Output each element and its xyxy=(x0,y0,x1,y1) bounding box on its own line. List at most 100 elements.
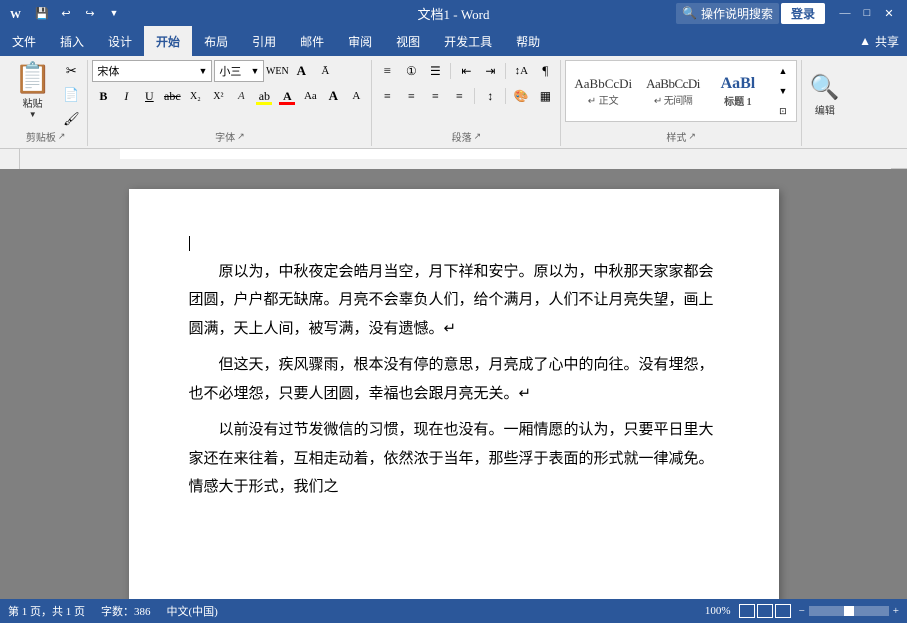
align-left-button[interactable]: ≡ xyxy=(376,85,398,107)
zoom-out-button[interactable]: − xyxy=(799,605,805,617)
search-icon: 🔍 xyxy=(682,6,697,21)
borders-button[interactable]: ▦ xyxy=(534,85,556,107)
clipboard-expand-icon[interactable]: ↗ xyxy=(58,131,66,142)
align-center-button[interactable]: ≡ xyxy=(400,85,422,107)
bold-button[interactable]: B xyxy=(92,85,114,107)
editing-group: 🔍 编辑 xyxy=(802,60,848,146)
maximize-button[interactable]: □ xyxy=(857,3,877,23)
tab-layout[interactable]: 布局 xyxy=(192,26,240,56)
language: 中文(中国) xyxy=(167,603,218,619)
style-no-spacing-label: ↵ 无间隔 xyxy=(646,92,700,107)
tab-design[interactable]: 设计 xyxy=(96,26,144,56)
ruler-corner xyxy=(0,149,20,169)
decrease-indent-button[interactable]: ⇤ xyxy=(455,60,477,82)
tab-mailings[interactable]: 邮件 xyxy=(288,26,336,56)
tab-insert[interactable]: 插入 xyxy=(48,26,96,56)
editing-label: 编辑 xyxy=(815,102,835,117)
format-painter-button[interactable]: 🖌 xyxy=(59,108,83,130)
styles-gallery-expand[interactable]: ⊡ xyxy=(772,101,794,121)
clipboard-group: 📋 粘贴 ▼ ✂ 📄 🖌 剪贴板 ↗ xyxy=(4,60,88,146)
close-button[interactable]: ✕ xyxy=(879,3,899,23)
paragraph-expand-icon[interactable]: ↗ xyxy=(474,131,482,142)
share-icon: ▲ xyxy=(859,34,871,49)
style-normal[interactable]: AaBbCcDi ↵ 正文 xyxy=(568,72,638,111)
tab-file[interactable]: 文件 xyxy=(0,26,48,56)
styles-scroll-up[interactable]: ▲ xyxy=(772,61,794,81)
share-button[interactable]: ▲ 共享 xyxy=(851,26,907,56)
tab-developer[interactable]: 开发工具 xyxy=(432,26,504,56)
line-spacing-button[interactable]: ↕ xyxy=(479,85,501,107)
highlight-button[interactable]: ab xyxy=(253,85,275,107)
find-replace-button[interactable]: 🔍 编辑 xyxy=(810,73,840,117)
clear-format-button[interactable]: Ā xyxy=(314,60,336,82)
style-h1-label: 标题 1 xyxy=(714,93,762,108)
strikethrough-button[interactable]: abc xyxy=(161,85,183,107)
web-layout-button[interactable] xyxy=(775,604,791,618)
justify-button[interactable]: ≡ xyxy=(448,85,470,107)
paragraph-2[interactable]: 但这天，疾风骤雨，根本没有停的意思，月亮成了心中的向往。没有埋怨，也不必埋怨，只… xyxy=(189,351,719,408)
share-label: 共享 xyxy=(875,33,899,50)
ribbon-tabs: 文件 插入 设计 开始 布局 引用 邮件 审阅 视图 开发工具 帮助 ▲ 共享 xyxy=(0,26,907,56)
font-name-select[interactable]: 宋体 ▼ xyxy=(92,60,212,82)
read-layout-button[interactable] xyxy=(757,604,773,618)
zoom-level: 100% xyxy=(705,605,731,617)
word-count: 字数：386 xyxy=(101,603,151,619)
font-color-button[interactable]: A xyxy=(276,85,298,107)
font-size-extra-btn[interactable]: WEN xyxy=(266,60,288,82)
minimize-button[interactable]: — xyxy=(835,3,855,23)
bullet-list-button[interactable]: ≡ xyxy=(376,60,398,82)
italic-button[interactable]: I xyxy=(115,85,137,107)
para-row-1: ≡ ① ☰ ⇤ ⇥ ↕A ¶ xyxy=(376,60,556,82)
font-size-select[interactable]: 小三 ▼ xyxy=(214,60,264,82)
tab-home[interactable]: 开始 xyxy=(144,26,192,56)
redo-button[interactable]: ↪ xyxy=(80,3,100,23)
number-list-button[interactable]: ① xyxy=(400,60,422,82)
operations-search-label: 操作说明搜索 xyxy=(701,5,773,22)
document-page[interactable]: 原以为，中秋夜定会皓月当空，月下祥和安宁。原以为，中秋那天家家都会团圆，户户都无… xyxy=(129,189,779,599)
text-effect-button[interactable]: A xyxy=(230,85,252,107)
paragraph-3[interactable]: 以前没有过节发微信的习惯，现在也没有。一厢情愿的认为，只要平日里大家还在来往着，… xyxy=(189,416,719,502)
operations-search[interactable]: 🔍 操作说明搜索 xyxy=(676,3,779,24)
change-case-button[interactable]: Aa xyxy=(299,85,321,107)
sort-button[interactable]: ↕A xyxy=(510,60,532,82)
tab-help[interactable]: 帮助 xyxy=(504,26,552,56)
print-layout-button[interactable] xyxy=(739,604,755,618)
show-hide-button[interactable]: ¶ xyxy=(534,60,556,82)
font-shrink-button[interactable]: A xyxy=(345,85,367,107)
styles-label-text: 样式 xyxy=(666,129,686,144)
styles-expand-icon[interactable]: ↗ xyxy=(688,131,696,142)
style-no-spacing[interactable]: AaBbCcDi ↵ 无间隔 xyxy=(640,72,706,111)
login-button[interactable]: 登录 xyxy=(781,3,825,24)
horizontal-ruler xyxy=(20,149,891,169)
paste-button[interactable]: 📋 粘贴 ▼ xyxy=(8,60,57,123)
document-area[interactable]: 原以为，中秋夜定会皓月当空，月下祥和安宁。原以为，中秋那天家家都会团圆，户户都无… xyxy=(0,169,907,599)
font-grow2-button[interactable]: A xyxy=(322,85,344,107)
underline-button[interactable]: U xyxy=(138,85,160,107)
styles-scroll-down[interactable]: ▼ xyxy=(772,81,794,101)
para-row-2: ≡ ≡ ≡ ≡ ↕ 🎨 ▦ xyxy=(376,85,556,107)
quick-access-dropdown[interactable]: ▼ xyxy=(104,3,124,23)
multilevel-list-button[interactable]: ☰ xyxy=(424,60,446,82)
style-h1[interactable]: AaBl 标题 1 xyxy=(708,71,768,112)
copy-button[interactable]: 📄 xyxy=(59,84,83,106)
zoom-in-button[interactable]: + xyxy=(893,605,899,617)
paragraph-1[interactable]: 原以为，中秋夜定会皓月当空，月下祥和安宁。原以为，中秋那天家家都会团圆，户户都无… xyxy=(189,258,719,344)
title-bar: W 💾 ↩ ↪ ▼ 文档1 - Word 🔍 操作说明搜索 登录 — □ ✕ xyxy=(0,0,907,26)
cut-button[interactable]: ✂ xyxy=(59,60,83,82)
tab-review[interactable]: 审阅 xyxy=(336,26,384,56)
font-expand-icon[interactable]: ↗ xyxy=(237,131,245,142)
font-row-1: 宋体 ▼ 小三 ▼ WEN A Ā xyxy=(92,60,336,82)
align-right-button[interactable]: ≡ xyxy=(424,85,446,107)
save-button[interactable]: 💾 xyxy=(32,3,52,23)
style-no-spacing-preview: AaBbCcDi xyxy=(646,76,700,92)
increase-indent-button[interactable]: ⇥ xyxy=(479,60,501,82)
tab-view[interactable]: 视图 xyxy=(384,26,432,56)
font-grow-button[interactable]: A xyxy=(290,60,312,82)
superscript-button[interactable]: X² xyxy=(207,85,229,107)
tab-references[interactable]: 引用 xyxy=(240,26,288,56)
undo-button[interactable]: ↩ xyxy=(56,3,76,23)
subscript-button[interactable]: X₂ xyxy=(184,85,206,107)
font-size-value: 小三 xyxy=(219,63,241,79)
shading-button[interactable]: 🎨 xyxy=(510,85,532,107)
zoom-slider[interactable] xyxy=(809,606,889,616)
